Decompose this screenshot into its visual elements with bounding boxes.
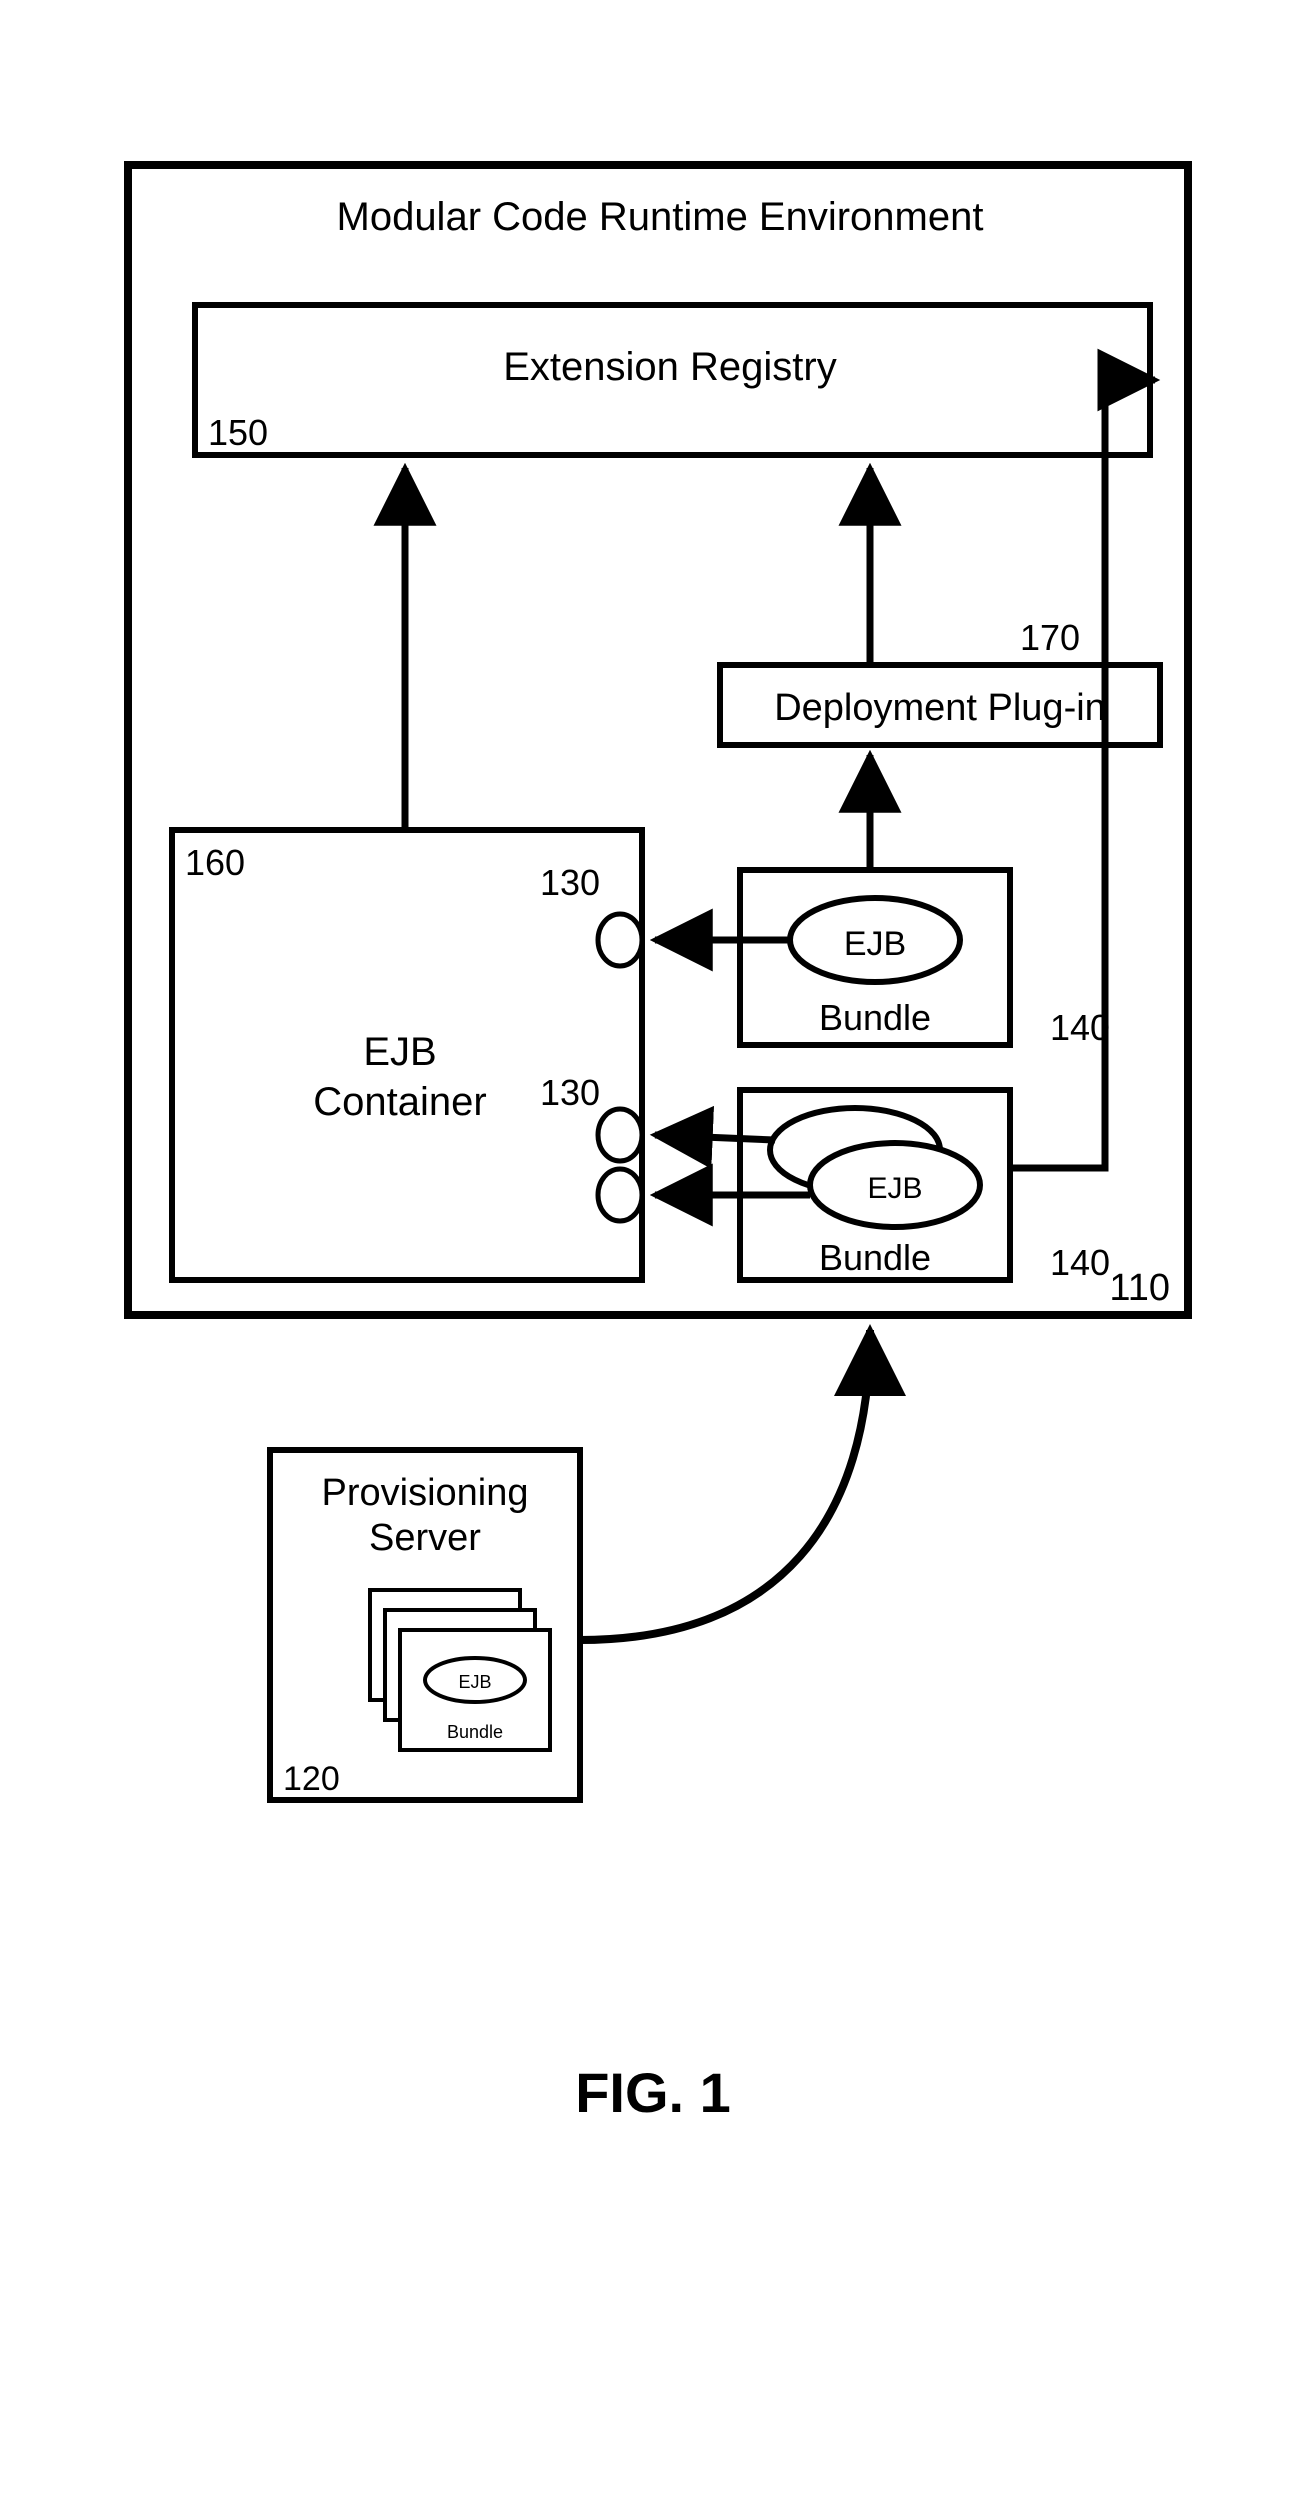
provisioning-server-title-line2: Server [369,1517,481,1559]
socket-icon [598,914,642,966]
bundle-top-title: Bundle [819,997,931,1038]
ejb-container-ref: 160 [185,842,245,883]
provisioning-server-ref: 120 [283,1760,340,1798]
socket-ref-1: 130 [540,862,600,903]
arrow-provisioning-to-env [580,1330,870,1640]
bundle-bottom-title: Bundle [819,1237,931,1278]
socket-icon [598,1109,642,1161]
extension-registry-ref: 150 [208,412,268,453]
provisioning-server-box: Provisioning Server 120 EJB Bundle [270,1450,580,1800]
ejb-container-title-line2: Container [313,1080,486,1124]
deployment-plugin-title: Deployment Plug-in [774,687,1106,729]
bundle-top-ref: 140 [1050,1007,1110,1048]
deployment-plugin-ref: 170 [1020,617,1080,658]
socket-ref-2: 130 [540,1072,600,1113]
figure-label: FIG. 1 [575,2061,731,2124]
arrow-ejb-bottom-back-to-socket [655,1135,775,1140]
bundle-bottom-ejb-label: EJB [867,1172,922,1205]
ejb-container-title-line1: EJB [363,1030,436,1074]
runtime-environment-title: Modular Code Runtime Environment [337,195,984,239]
provisioning-server-title-line1: Provisioning [322,1472,529,1514]
socket-icon [598,1169,642,1221]
bundle-top-ejb-label: EJB [844,925,906,963]
card-ejb-label: EJB [458,1672,491,1692]
extension-registry-title: Extension Registry [503,345,836,389]
card-bundle-label: Bundle [447,1722,503,1742]
extension-registry-box: Extension Registry 150 [195,305,1150,455]
ejb-container-box: 160 EJB Container 130 130 [172,830,642,1280]
bundle-bottom-ref: 140 [1050,1242,1110,1283]
runtime-environment-ref: 110 [1109,1267,1170,1309]
